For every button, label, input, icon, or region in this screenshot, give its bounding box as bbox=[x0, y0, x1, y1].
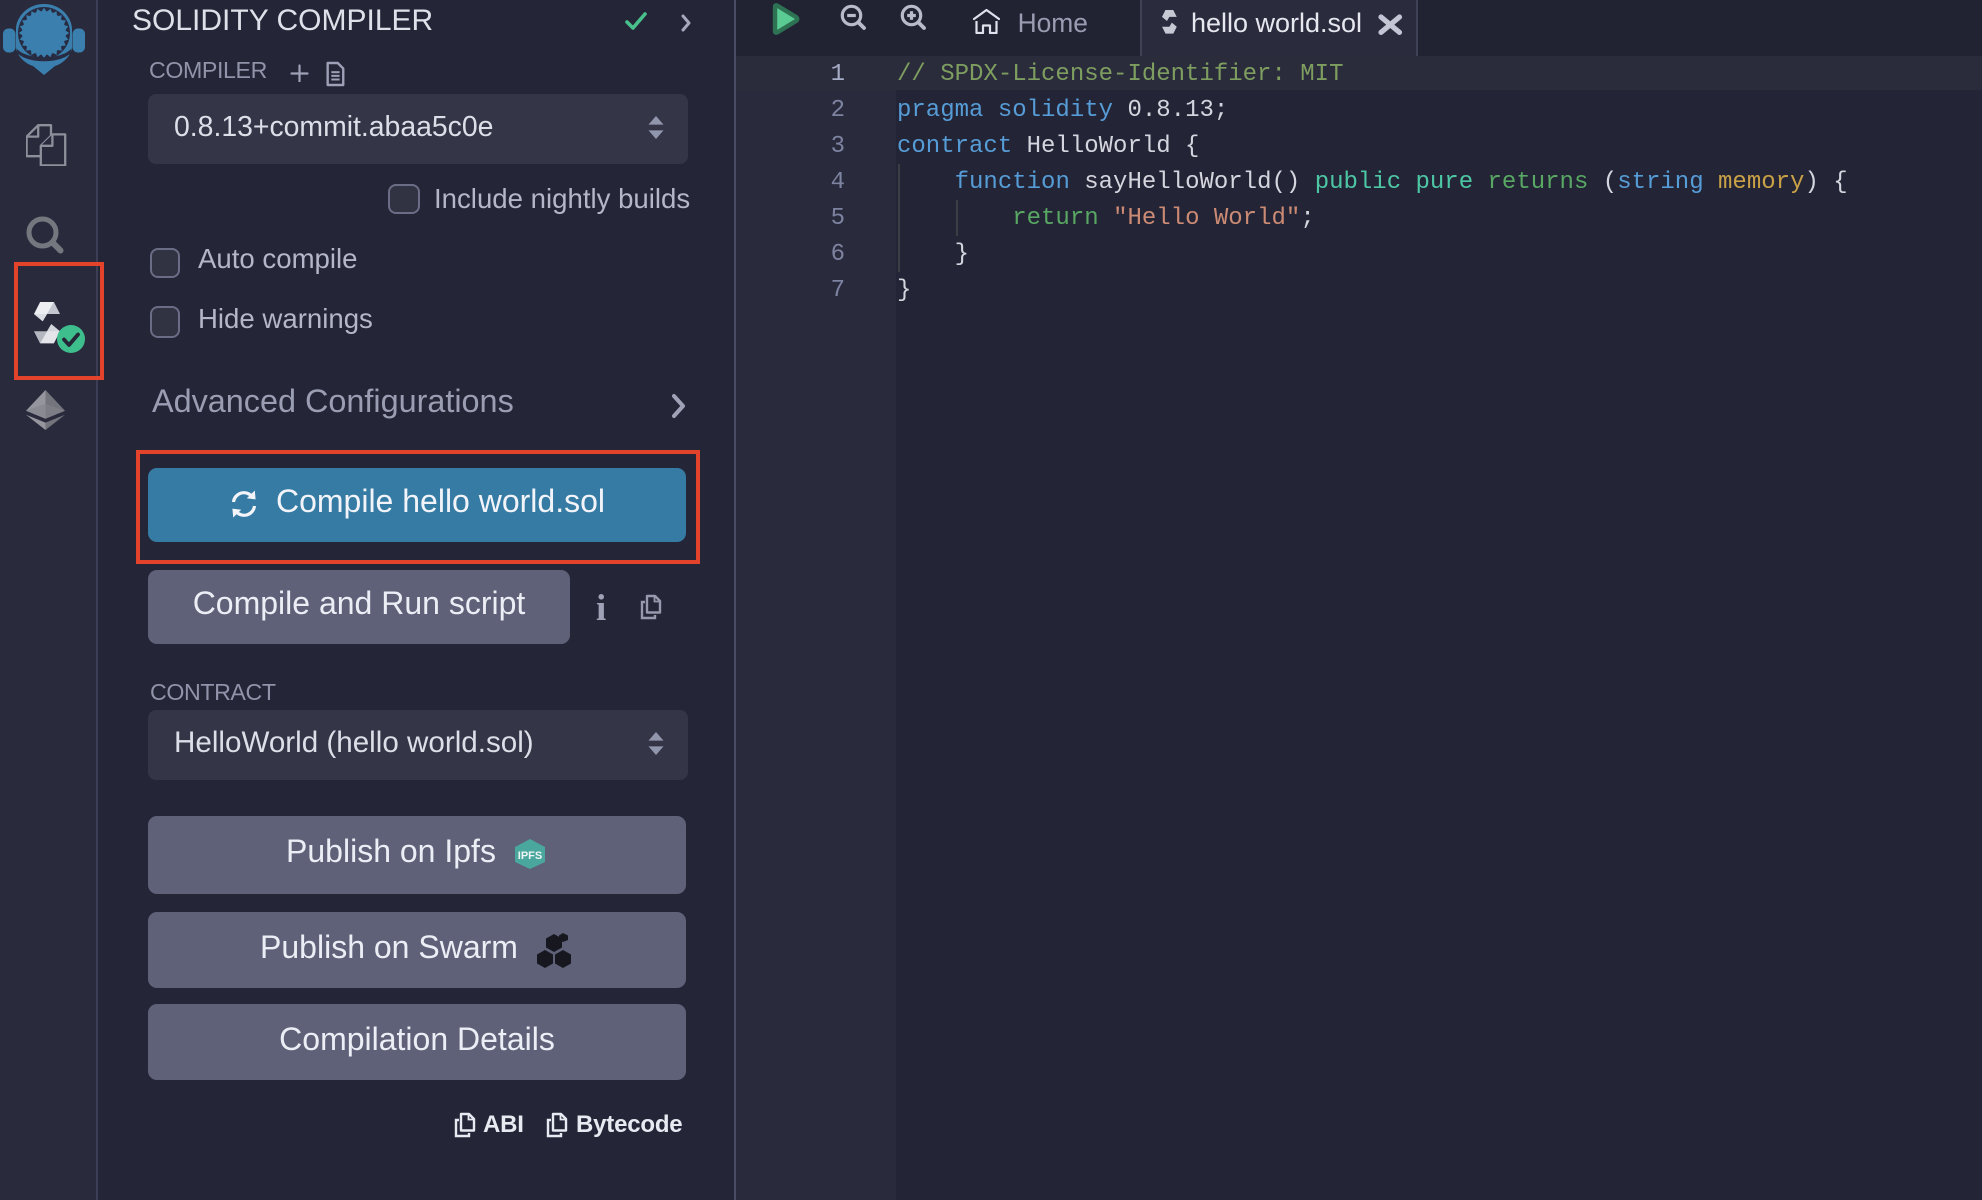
svg-text:IPFS: IPFS bbox=[518, 851, 542, 863]
